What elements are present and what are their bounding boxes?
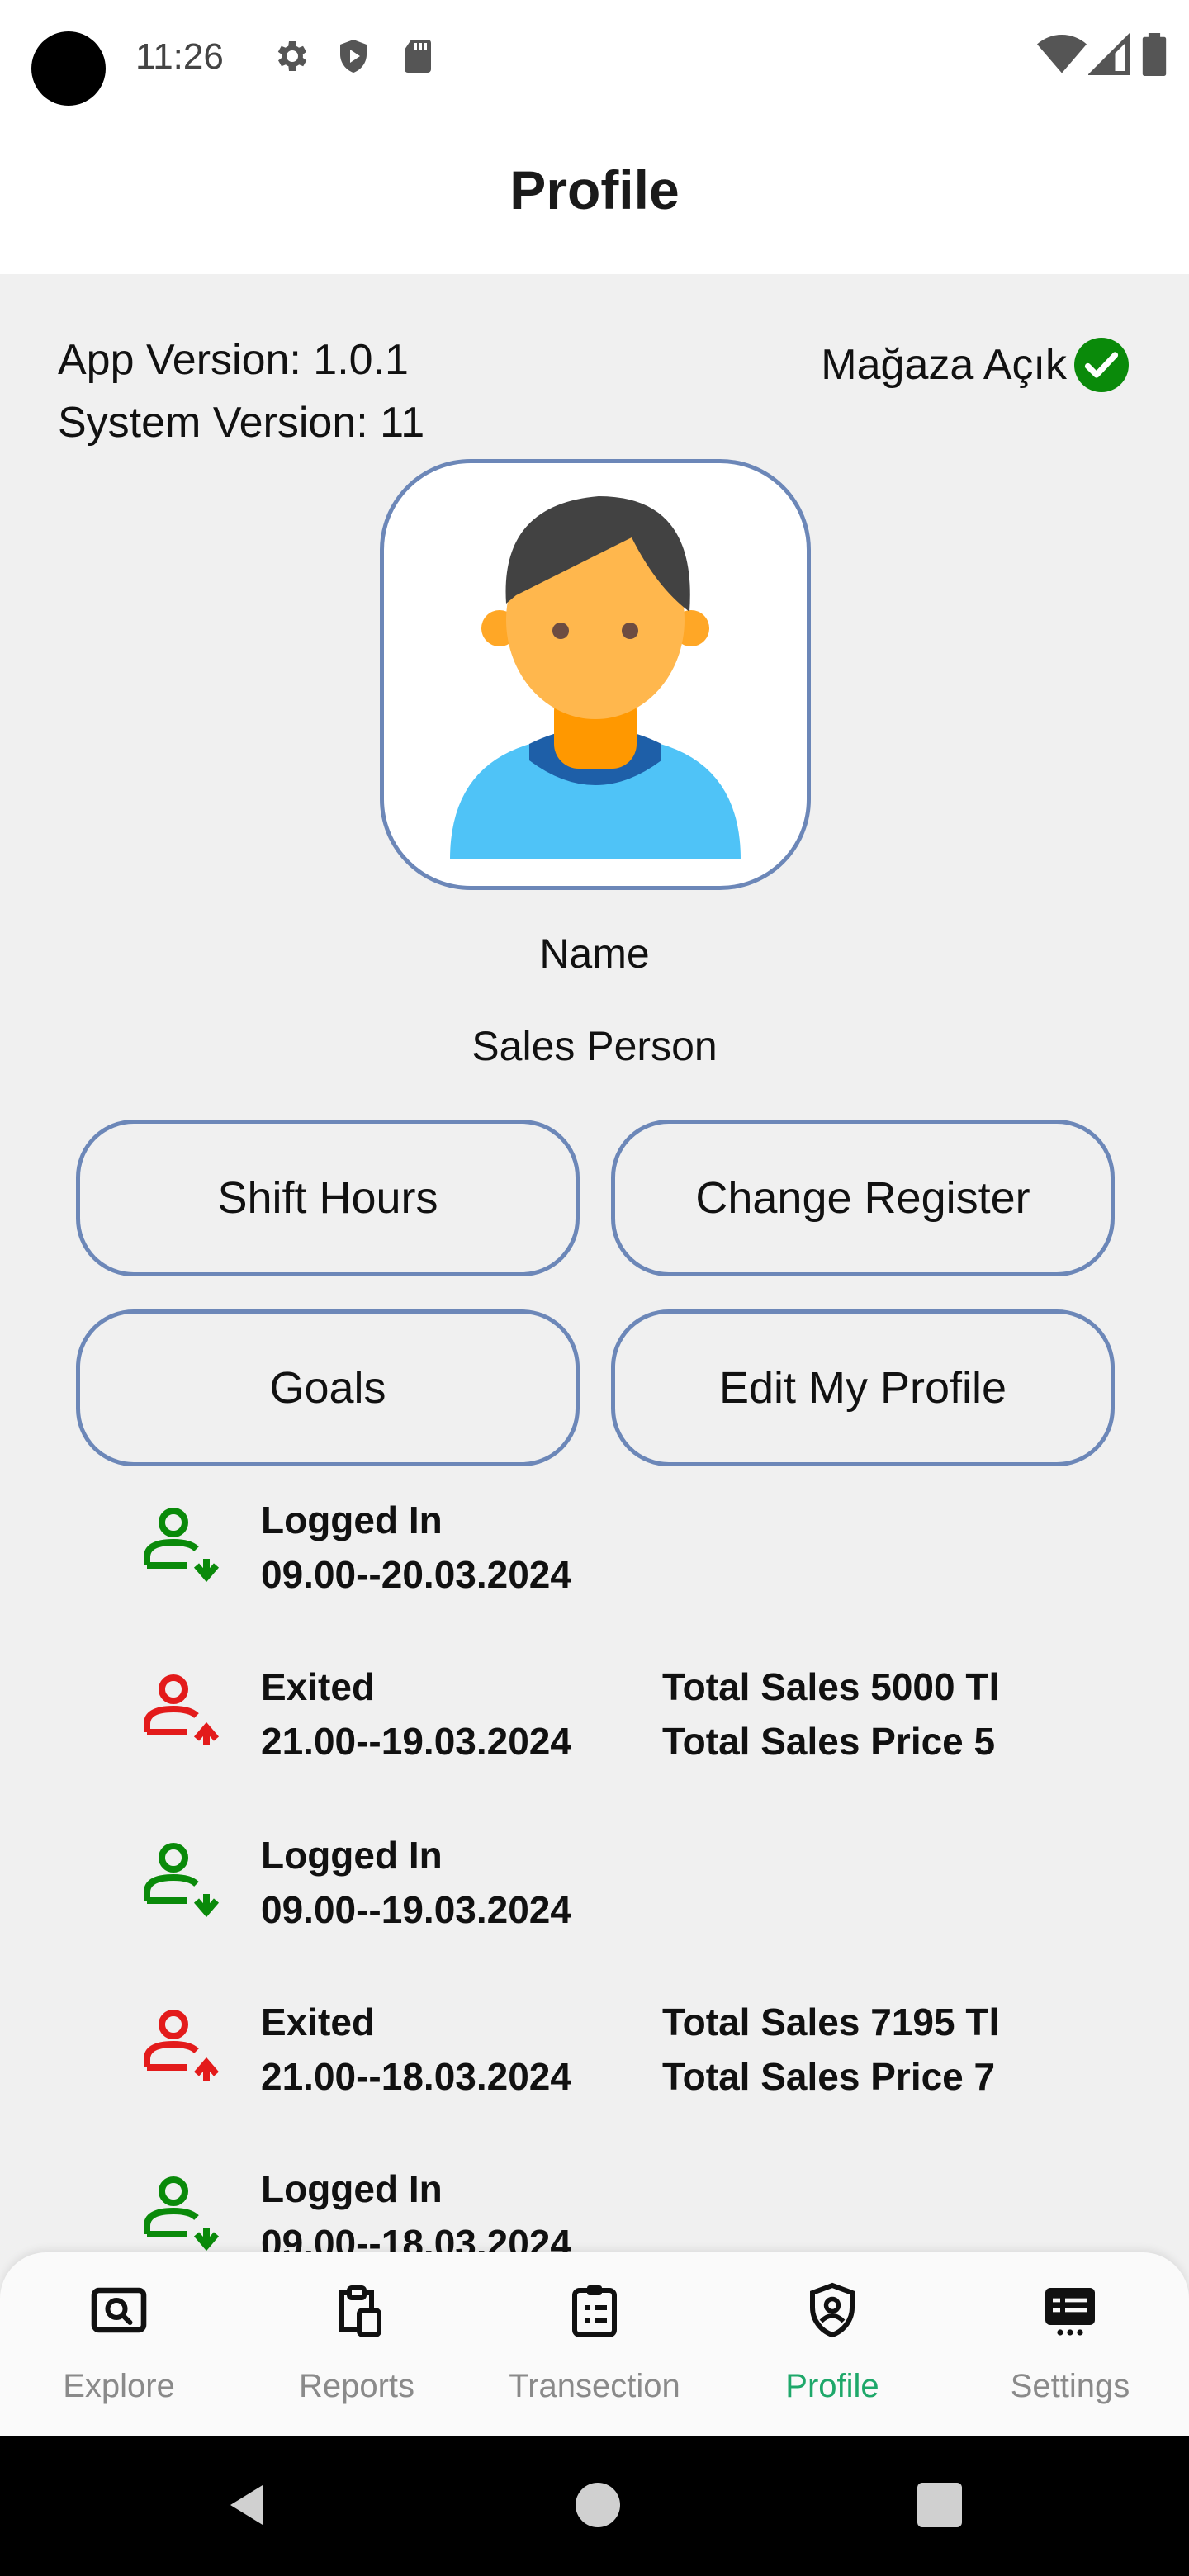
page-title: Profile bbox=[509, 159, 680, 220]
settings-icon bbox=[1045, 2288, 1095, 2336]
app-header: Profile bbox=[0, 116, 1189, 274]
battery-icon bbox=[1142, 33, 1167, 76]
user-login-icon bbox=[144, 2176, 220, 2252]
nav-label: Settings bbox=[1010, 2368, 1130, 2404]
log-status: Logged In bbox=[261, 2167, 443, 2210]
bottom-nav: Explore Reports Transection Profile Sett… bbox=[0, 2252, 1189, 2436]
log-total-sales: Total Sales 7195 Tl bbox=[662, 2001, 1000, 2043]
log-time: 09.00--19.03.2024 bbox=[261, 1888, 571, 1931]
recents-icon[interactable] bbox=[915, 2480, 964, 2530]
nav-item-profile[interactable]: Profile bbox=[713, 2252, 951, 2436]
nav-label: Transection bbox=[509, 2368, 680, 2404]
avatar-person-icon bbox=[450, 496, 741, 859]
change-register-button[interactable]: Change Register bbox=[611, 1120, 1115, 1276]
list-item: Logged In 09.00--20.03.2024 bbox=[0, 1486, 1189, 1602]
log-total-sales-price: Total Sales Price 7 bbox=[662, 2055, 996, 2098]
log-status: Logged In bbox=[261, 1834, 443, 1877]
goals-button[interactable]: Goals bbox=[76, 1309, 580, 1466]
system-nav-bar bbox=[0, 2436, 1189, 2576]
edit-profile-button[interactable]: Edit My Profile bbox=[611, 1309, 1115, 1466]
user-exit-icon bbox=[144, 1674, 220, 1745]
log-status: Logged In bbox=[261, 1499, 443, 1541]
log-time: 09.00--18.03.2024 bbox=[261, 2222, 571, 2254]
log-total-sales: Total Sales 5000 Tl bbox=[662, 1665, 1000, 1708]
log-total-sales-price: Total Sales Price 5 bbox=[662, 1720, 996, 1763]
shift-log-list[interactable]: Logged In 09.00--20.03.2024 Exited 21.00… bbox=[0, 1486, 1189, 2254]
nav-item-transection[interactable]: Transection bbox=[476, 2252, 713, 2436]
signal-icon bbox=[1088, 33, 1130, 75]
sd-card-icon bbox=[405, 40, 431, 73]
profile-shield-icon bbox=[810, 2282, 855, 2338]
nav-item-explore[interactable]: Explore bbox=[0, 2252, 238, 2436]
log-time: 21.00--18.03.2024 bbox=[261, 2055, 571, 2098]
list-item: Logged In 09.00--18.03.2024 bbox=[0, 2155, 1189, 2254]
wifi-icon bbox=[1037, 35, 1087, 73]
profile-name: Name bbox=[539, 930, 650, 977]
check-circle-icon bbox=[1074, 338, 1129, 392]
system-version: System Version: 11 bbox=[58, 399, 425, 447]
profile-avatar[interactable] bbox=[380, 459, 811, 890]
nav-item-settings[interactable]: Settings bbox=[951, 2252, 1189, 2436]
user-login-icon bbox=[144, 1508, 220, 1583]
status-bar: 11:26 bbox=[0, 0, 1189, 116]
home-icon[interactable] bbox=[573, 2480, 623, 2530]
explore-icon bbox=[91, 2287, 147, 2333]
list-item: Exited 21.00--18.03.2024 Total Sales 719… bbox=[0, 1988, 1189, 2104]
camera-cutout bbox=[31, 31, 106, 106]
nav-label: Profile bbox=[785, 2368, 879, 2404]
store-status: Mağaza Açık bbox=[821, 335, 1131, 395]
reports-icon bbox=[339, 2285, 381, 2337]
transaction-icon bbox=[572, 2285, 617, 2337]
back-icon[interactable] bbox=[223, 2480, 272, 2530]
shift-hours-button[interactable]: Shift Hours bbox=[76, 1120, 580, 1276]
log-status: Exited bbox=[261, 1665, 376, 1708]
user-exit-icon bbox=[144, 2010, 220, 2081]
app-version: App Version: 1.0.1 bbox=[58, 336, 409, 384]
profile-role: Sales Person bbox=[471, 1023, 718, 1069]
list-item: Exited 21.00--19.03.2024 Total Sales 500… bbox=[0, 1653, 1189, 1769]
log-time: 21.00--19.03.2024 bbox=[261, 1720, 571, 1763]
nav-item-reports[interactable]: Reports bbox=[238, 2252, 476, 2436]
gear-icon bbox=[277, 41, 307, 71]
nav-label: Explore bbox=[63, 2368, 175, 2404]
status-time: 11:26 bbox=[135, 36, 224, 77]
nav-label: Reports bbox=[298, 2368, 415, 2404]
log-status: Exited bbox=[261, 2001, 376, 2043]
shield-icon bbox=[340, 40, 367, 73]
log-time: 09.00--20.03.2024 bbox=[261, 1553, 571, 1596]
store-status-label: Mağaza Açık bbox=[821, 341, 1067, 389]
list-item: Logged In 09.00--19.03.2024 bbox=[0, 1821, 1189, 1937]
user-login-icon bbox=[144, 1843, 220, 1918]
